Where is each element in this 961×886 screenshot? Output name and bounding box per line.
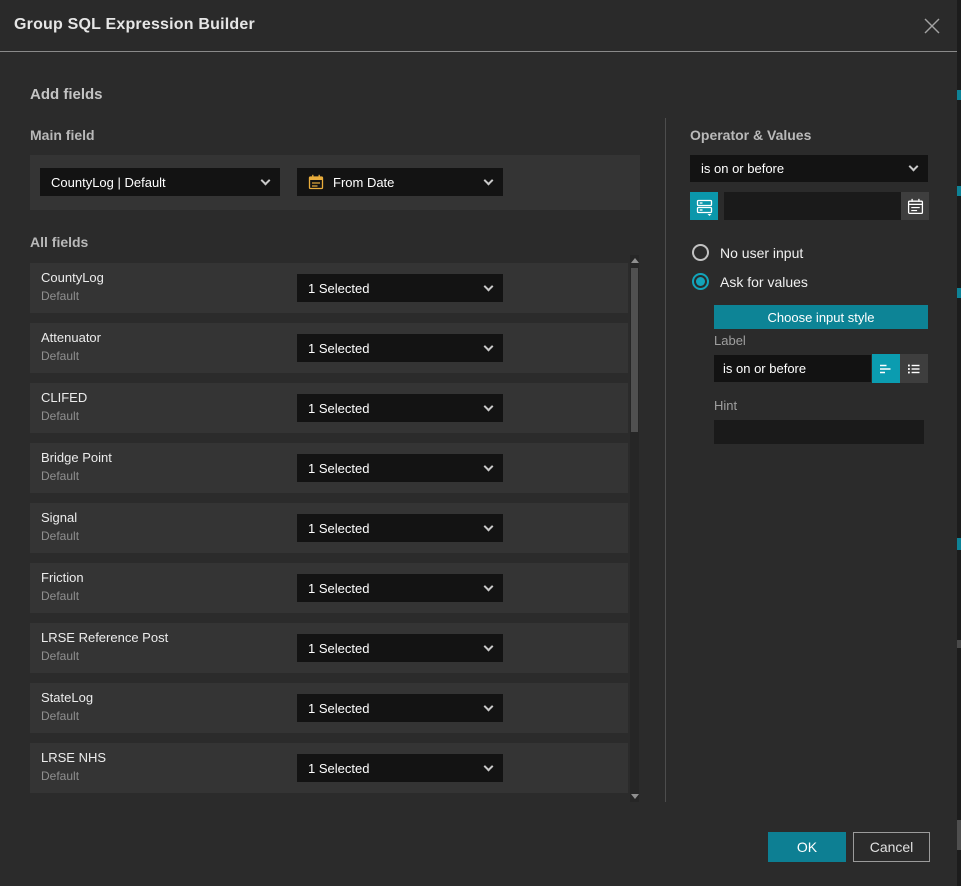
close-icon[interactable]	[923, 17, 941, 35]
radio-ask-for-values-label: Ask for values	[720, 274, 808, 290]
fields-list-scrollbar[interactable]	[630, 255, 639, 802]
field-name: LRSE Reference Post	[41, 630, 168, 645]
field-selected-dropdown[interactable]: 1 Selected	[297, 334, 503, 362]
field-subtitle: Default	[41, 529, 79, 543]
field-selected-dropdown[interactable]: 1 Selected	[297, 694, 503, 722]
value-input[interactable]	[724, 192, 901, 220]
field-row: Bridge Point Default 1 Selected	[30, 443, 628, 493]
add-fields-heading: Add fields	[30, 86, 103, 103]
field-subtitle: Default	[41, 769, 79, 783]
field-selected-dropdown[interactable]: 1 Selected	[297, 574, 503, 602]
field-name: Attenuator	[41, 330, 101, 345]
main-layer-dropdown[interactable]: CountyLog | Default	[40, 168, 280, 196]
field-name: CLIFED	[41, 390, 87, 405]
field-selected-dropdown-label: 1 Selected	[308, 341, 369, 356]
chevron-down-icon	[484, 761, 494, 771]
date-picker-button[interactable]	[901, 192, 929, 220]
chevron-down-icon	[484, 341, 494, 351]
scroll-down-icon[interactable]	[631, 794, 639, 799]
ok-button[interactable]: OK	[768, 832, 846, 862]
set-values-icon[interactable]	[690, 192, 718, 220]
calendar-icon	[907, 198, 924, 215]
operator-values-title: Operator & Values	[690, 127, 811, 143]
field-selected-dropdown[interactable]: 1 Selected	[297, 754, 503, 782]
field-row: LRSE NHS Default 1 Selected	[30, 743, 628, 793]
field-name: LRSE NHS	[41, 750, 106, 765]
main-date-field-value: From Date	[333, 175, 394, 190]
field-subtitle: Default	[41, 289, 79, 303]
field-selected-dropdown[interactable]: 1 Selected	[297, 454, 503, 482]
bulleted-list-icon[interactable]	[900, 354, 928, 383]
field-name: Signal	[41, 510, 77, 525]
chevron-down-icon	[909, 162, 919, 172]
field-selected-dropdown[interactable]: 1 Selected	[297, 514, 503, 542]
radio-selected-icon	[692, 273, 709, 290]
field-selected-dropdown[interactable]: 1 Selected	[297, 394, 503, 422]
scroll-up-icon[interactable]	[631, 258, 639, 263]
field-subtitle: Default	[41, 709, 79, 723]
field-selected-dropdown[interactable]: 1 Selected	[297, 274, 503, 302]
field-subtitle: Default	[41, 409, 79, 423]
label-input[interactable]	[714, 355, 871, 382]
align-left-icon[interactable]	[872, 354, 900, 383]
main-date-field-dropdown[interactable]: From Date	[297, 168, 503, 196]
field-row: Signal Default 1 Selected	[30, 503, 628, 553]
chevron-down-icon	[484, 641, 494, 651]
field-name: StateLog	[41, 690, 93, 705]
main-field-label: Main field	[30, 127, 95, 143]
field-selected-dropdown-label: 1 Selected	[308, 581, 369, 596]
field-row: LRSE Reference Post Default 1 Selected	[30, 623, 628, 673]
scrollbar-thumb[interactable]	[631, 268, 638, 432]
chevron-down-icon	[484, 581, 494, 591]
main-field-bar: CountyLog | Default From Date	[30, 155, 640, 210]
chevron-down-icon	[484, 175, 494, 185]
hint-input[interactable]	[714, 420, 924, 444]
cancel-button[interactable]: Cancel	[853, 832, 930, 862]
chevron-down-icon	[484, 281, 494, 291]
field-row: CLIFED Default 1 Selected	[30, 383, 628, 433]
field-subtitle: Default	[41, 649, 79, 663]
field-selected-dropdown-label: 1 Selected	[308, 641, 369, 656]
dialog-titlebar: Group SQL Expression Builder	[0, 0, 957, 52]
radio-no-user-input[interactable]: No user input	[692, 244, 803, 261]
field-selected-dropdown[interactable]: 1 Selected	[297, 634, 503, 662]
chevron-down-icon	[484, 401, 494, 411]
field-subtitle: Default	[41, 349, 79, 363]
field-selected-dropdown-label: 1 Selected	[308, 761, 369, 776]
radio-circle-icon	[692, 244, 709, 261]
field-selected-dropdown-label: 1 Selected	[308, 461, 369, 476]
field-row: Attenuator Default 1 Selected	[30, 323, 628, 373]
field-subtitle: Default	[41, 469, 79, 483]
field-selected-dropdown-label: 1 Selected	[308, 401, 369, 416]
chevron-down-icon	[484, 521, 494, 531]
main-layer-dropdown-value: CountyLog | Default	[51, 175, 166, 190]
chevron-down-icon	[261, 175, 271, 185]
dialog-title: Group SQL Expression Builder	[14, 16, 255, 34]
chevron-down-icon	[484, 461, 494, 471]
radio-no-user-input-label: No user input	[720, 245, 803, 261]
field-name: CountyLog	[41, 270, 104, 285]
calendar-icon	[308, 174, 324, 190]
background-sliver	[957, 0, 961, 886]
field-row: Friction Default 1 Selected	[30, 563, 628, 613]
field-selected-dropdown-label: 1 Selected	[308, 521, 369, 536]
field-name: Bridge Point	[41, 450, 112, 465]
panel-divider	[665, 118, 666, 802]
field-subtitle: Default	[41, 589, 79, 603]
field-selected-dropdown-label: 1 Selected	[308, 701, 369, 716]
operator-dropdown-value: is on or before	[701, 161, 784, 176]
radio-ask-for-values[interactable]: Ask for values	[692, 273, 808, 290]
hint-caption: Hint	[714, 398, 737, 413]
field-row: CountyLog Default 1 Selected	[30, 263, 628, 313]
all-fields-label: All fields	[30, 234, 88, 250]
field-name: Friction	[41, 570, 84, 585]
field-selected-dropdown-label: 1 Selected	[308, 281, 369, 296]
label-caption: Label	[714, 333, 746, 348]
group-sql-expression-builder-dialog: Group SQL Expression Builder Add fields …	[0, 0, 961, 886]
chevron-down-icon	[484, 701, 494, 711]
choose-input-style-button[interactable]: Choose input style	[714, 305, 928, 329]
all-fields-list: CountyLog Default 1 Selected Attenuator …	[30, 263, 628, 803]
operator-dropdown[interactable]: is on or before	[690, 155, 928, 182]
field-row: StateLog Default 1 Selected	[30, 683, 628, 733]
